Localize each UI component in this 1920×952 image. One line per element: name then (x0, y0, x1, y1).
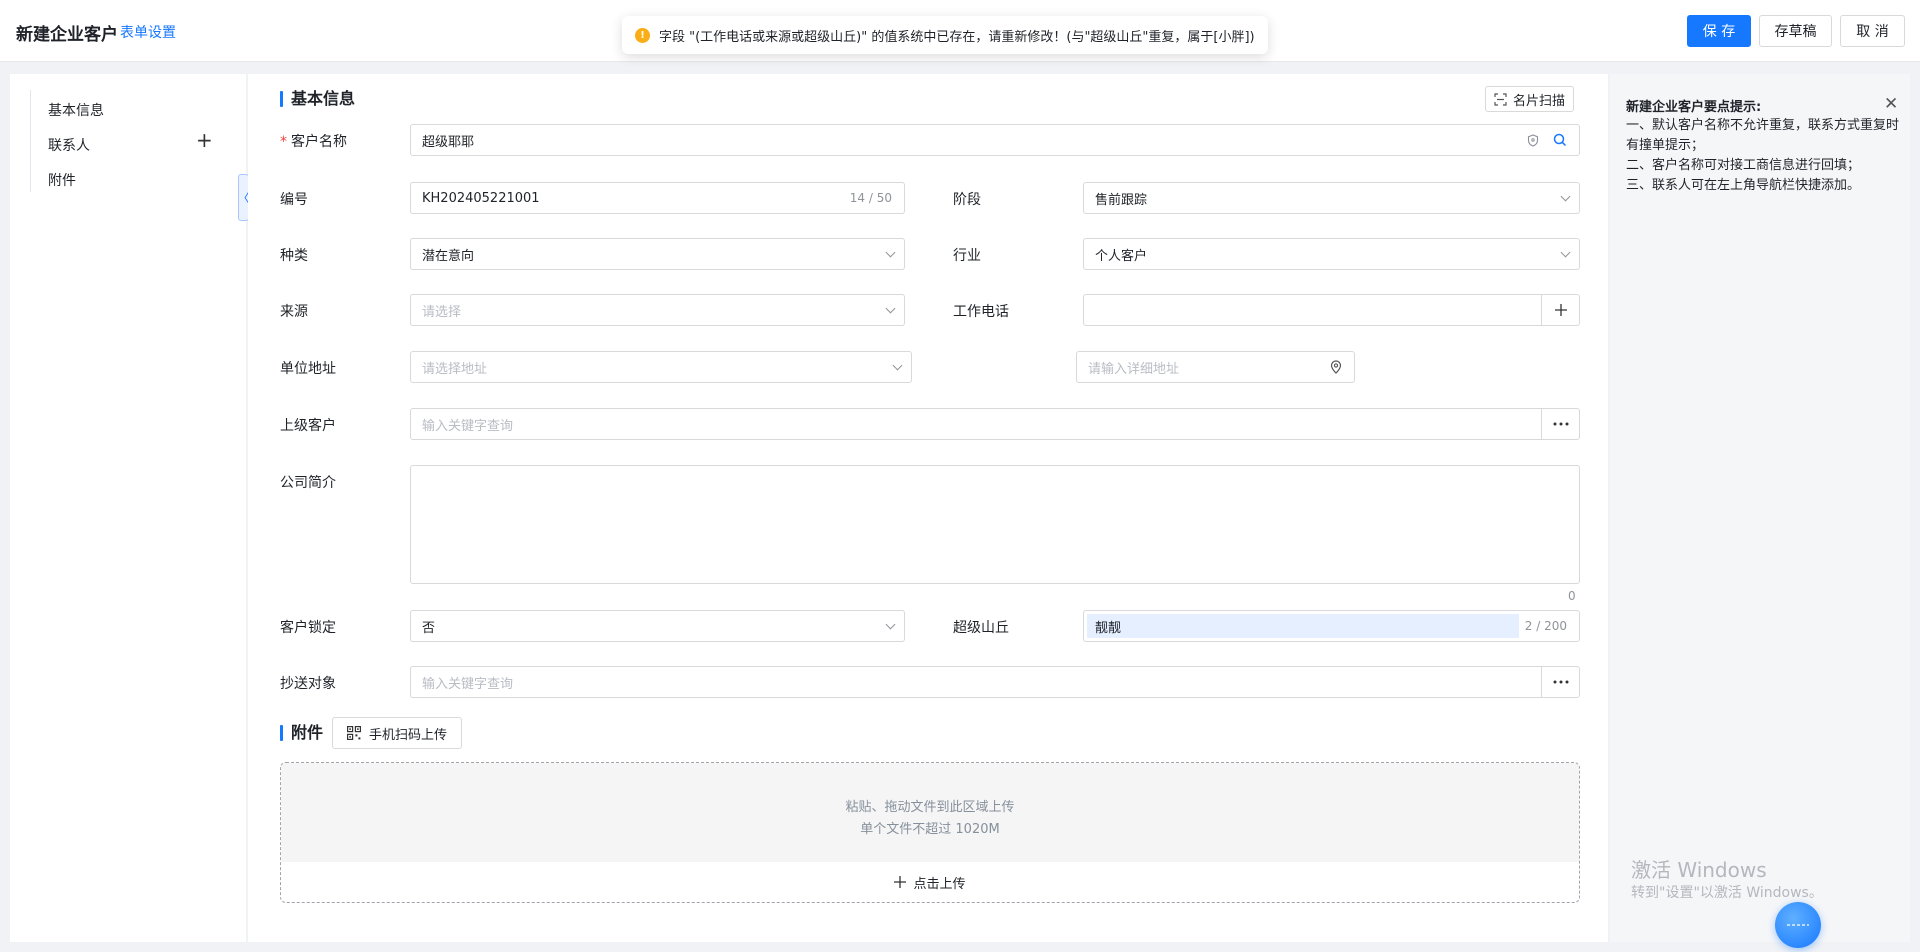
mobile-qr-upload-button[interactable]: 手机扫码上传 (332, 717, 463, 749)
code-char-counter: 14 / 50 (849, 191, 892, 205)
scan-card-label: 名片扫描 (1513, 93, 1566, 109)
address-select[interactable]: 请选择地址 (410, 351, 912, 383)
super-hill-char-counter: 2 / 200 (1524, 619, 1567, 633)
save-button[interactable]: 保 存 (1687, 15, 1751, 47)
file-drop-zone[interactable]: 粘贴、拖动文件到此区域上传 单个文件不超过 1020M (281, 763, 1579, 862)
sidebar-divider (30, 90, 31, 192)
code-value: KH202405221001 (422, 190, 540, 206)
scan-icon (1494, 92, 1507, 106)
intro-char-counter: 0 (1568, 589, 1576, 603)
click-upload-button[interactable]: 点击上传 (281, 862, 1579, 902)
work-phone-label: 工作电话 (953, 304, 1009, 320)
code-input[interactable]: KH202405221001 14 / 50 (410, 182, 905, 214)
parent-customer-label: 上级客户 (280, 418, 336, 434)
file-upload-area[interactable]: 粘贴、拖动文件到此区域上传 单个文件不超过 1020M 点击上传 (280, 762, 1580, 903)
size-limit-hint: 单个文件不超过 1020M (860, 822, 1000, 837)
detail-address-input[interactable]: 请输入详细地址 (1076, 351, 1355, 383)
parent-customer-placeholder: 输入关键字查询 (422, 418, 514, 434)
form-main: 基本信息 名片扫描 * 客户名称 超级耶耶 编号 KH202405221001 1… (248, 74, 1608, 942)
customer-locked-label: 客户锁定 (280, 620, 336, 636)
source-placeholder: 请选择 (422, 304, 462, 320)
chevron-down-icon (885, 619, 896, 630)
industry-select[interactable]: 个人客户 (1083, 238, 1580, 270)
company-intro-textarea[interactable] (410, 465, 1580, 584)
tips-panel: 新建企业客户要点提示: ✕ 一、默认客户名称不允许重复，联系方式重复时有撞单提示… (1610, 74, 1910, 942)
address-placeholder: 请选择地址 (422, 361, 488, 377)
sidebar-item-contacts[interactable]: 联系人 (48, 135, 90, 155)
kind-select[interactable]: 潜在意向 (410, 238, 905, 270)
form-settings-link[interactable]: 表单设置 (120, 22, 176, 42)
chevron-down-icon (892, 360, 903, 371)
super-hill-value: 靓靓 (1095, 620, 1122, 636)
detail-address-placeholder: 请输入详细地址 (1088, 361, 1180, 377)
chevron-down-icon (885, 247, 896, 258)
sidebar-item-basic-info[interactable]: 基本信息 (48, 100, 104, 120)
cc-placeholder: 输入关键字查询 (422, 676, 514, 692)
qr-code-icon (347, 726, 361, 740)
more-options-ellipsis-icon[interactable] (1541, 408, 1579, 440)
page-title: 新建企业客户 (16, 25, 118, 45)
duplicate-warning-toast: ! 字段 "(工作电话或来源或超级山丘)" 的值系统中已存在，请重新修改！(与"… (622, 16, 1268, 54)
save-draft-button[interactable]: 存草稿 (1759, 15, 1832, 47)
text-selection-highlight (1087, 614, 1519, 638)
add-contact-plus-icon[interactable]: + (196, 130, 213, 150)
required-mark: * (280, 134, 287, 150)
cc-label: 抄送对象 (280, 676, 336, 692)
super-hill-label: 超级山丘 (953, 620, 1009, 636)
customer-locked-value: 否 (422, 620, 436, 636)
tips-title: 新建企业客户要点提示: (1626, 100, 1762, 115)
add-phone-plus-icon[interactable] (1541, 294, 1579, 326)
plus-icon (894, 876, 907, 888)
kind-label: 种类 (280, 248, 308, 264)
warning-icon: ! (635, 27, 650, 43)
kind-value: 潜在意向 (422, 248, 475, 264)
customer-name-value: 超级耶耶 (422, 134, 475, 150)
super-hill-input[interactable]: 靓靓 2 / 200 (1083, 610, 1580, 642)
company-intro-label: 公司简介 (280, 475, 336, 491)
shield-icon[interactable] (1527, 134, 1539, 147)
customer-name-input[interactable]: 超级耶耶 (410, 124, 1580, 156)
search-icon[interactable] (1553, 133, 1567, 147)
drop-hint: 粘贴、拖动文件到此区域上传 (845, 800, 1015, 815)
chevron-down-icon (1560, 247, 1571, 258)
industry-label: 行业 (953, 248, 981, 264)
work-phone-input[interactable] (1083, 294, 1580, 326)
customer-locked-select[interactable]: 否 (410, 610, 905, 642)
chevron-down-icon (1560, 191, 1571, 202)
business-card-scan-button[interactable]: 名片扫描 (1485, 86, 1575, 112)
customer-name-label: * 客户名称 (280, 134, 347, 150)
tip-line: 三、联系人可在左上角导航栏快捷添加。 (1626, 178, 1861, 193)
more-options-ellipsis-icon[interactable] (1541, 666, 1579, 698)
location-pin-icon[interactable] (1330, 360, 1342, 374)
cc-input[interactable]: 输入关键字查询 (410, 666, 1580, 698)
cancel-button[interactable]: 取 消 (1840, 15, 1905, 47)
address-label: 单位地址 (280, 361, 336, 377)
floating-assistant-icon[interactable] (1775, 902, 1821, 948)
tip-line: 二、客户名称可对接工商信息进行回填； (1626, 158, 1861, 173)
mobile-upload-label: 手机扫码上传 (369, 727, 448, 743)
sidebar-item-attachments[interactable]: 附件 (48, 170, 76, 190)
industry-value: 个人客户 (1095, 248, 1148, 264)
parent-customer-input[interactable]: 输入关键字查询 (410, 408, 1580, 440)
attachments-section-title: 附件 (280, 724, 323, 742)
code-label: 编号 (280, 192, 308, 208)
stage-select[interactable]: 售前跟踪 (1083, 182, 1580, 214)
toast-message: 字段 "(工作电话或来源或超级山丘)" 的值系统中已存在，请重新修改！(与"超级… (659, 29, 1255, 45)
sidebar-nav: 基本信息 联系人 + 附件 (10, 74, 246, 942)
windows-activation-watermark: 激活 Windows (1631, 858, 1767, 882)
tip-line: 一、默认客户名称不允许重复，联系方式重复时有撞单提示； (1626, 118, 1900, 153)
stage-label: 阶段 (953, 192, 981, 208)
source-select[interactable]: 请选择 (410, 294, 905, 326)
click-upload-label: 点击上传 (913, 876, 966, 892)
basic-info-section-title: 基本信息 (280, 90, 355, 108)
close-icon[interactable]: ✕ (1884, 94, 1898, 114)
chevron-down-icon (885, 303, 896, 314)
windows-activation-hint: 转到"设置"以激活 Windows。 (1631, 885, 1823, 901)
source-label: 来源 (280, 304, 308, 320)
stage-value: 售前跟踪 (1095, 192, 1148, 208)
